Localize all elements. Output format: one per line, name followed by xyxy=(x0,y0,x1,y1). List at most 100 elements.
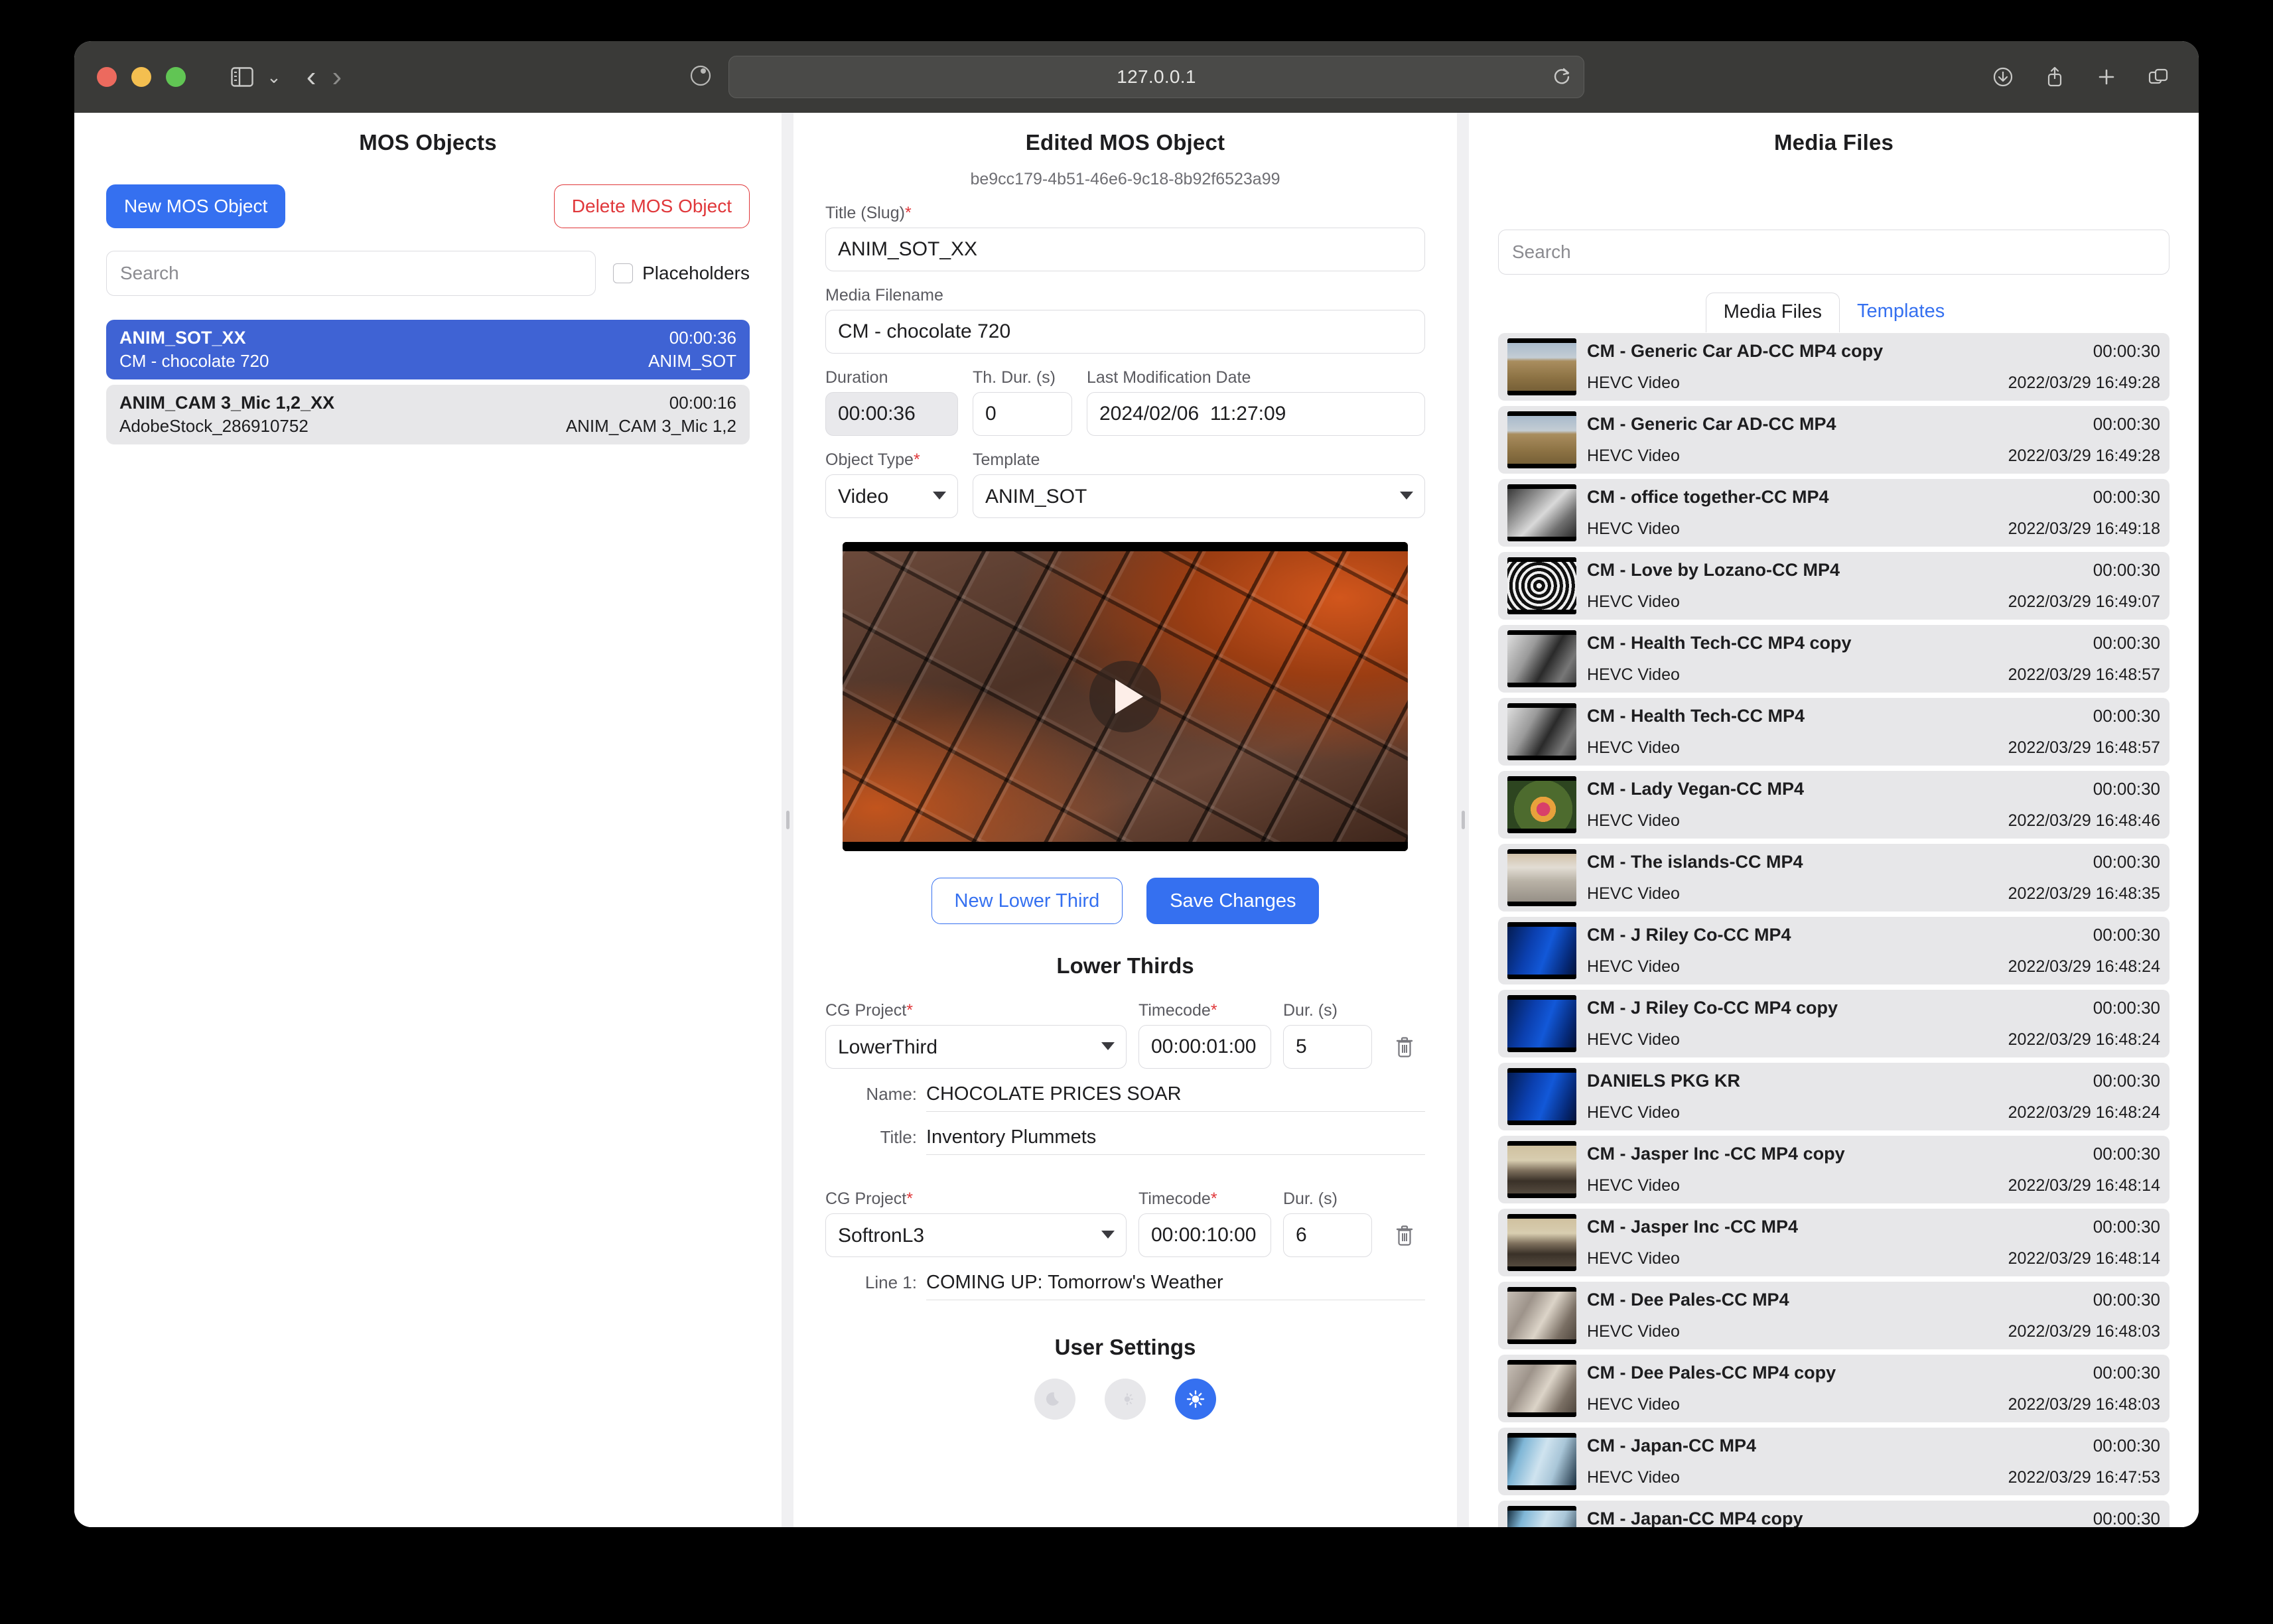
thumb-letterbox-bottom xyxy=(1507,464,1576,468)
timecode-input[interactable] xyxy=(1138,1025,1271,1069)
media-file-name: CM - J Riley Co-CC MP4 xyxy=(1587,925,1791,945)
cg-project-select[interactable]: LowerThird xyxy=(825,1025,1127,1069)
forward-arrow-icon[interactable]: › xyxy=(332,62,342,92)
media-file-date: 2022/03/29 16:48:03 xyxy=(2008,1395,2160,1414)
tab-overview-icon[interactable] xyxy=(2140,59,2176,95)
media-file-date: 2022/03/29 16:49:28 xyxy=(2008,446,2160,465)
mos-list-item[interactable]: ANIM_SOT_XX 00:00:36 CM - chocolate 720 … xyxy=(106,320,750,379)
back-arrow-icon[interactable]: ‹ xyxy=(307,62,316,92)
address-bar[interactable]: 127.0.0.1 xyxy=(728,56,1584,98)
mos-list-item[interactable]: ANIM_CAM 3_Mic 1,2_XX 00:00:16 AdobeStoc… xyxy=(106,385,750,444)
placeholders-checkbox[interactable] xyxy=(613,263,634,283)
thumb-letterbox-bottom xyxy=(1507,683,1576,687)
tab-templates[interactable]: Templates xyxy=(1840,293,1962,332)
delete-mos-object-button[interactable]: Delete MOS Object xyxy=(553,184,750,228)
lower-third-field-value[interactable]: Inventory Plummets xyxy=(926,1126,1425,1155)
media-file-date: 2022/03/29 16:48:57 xyxy=(2008,665,2160,684)
letterbox-bottom xyxy=(843,842,1408,851)
media-file-row[interactable]: DANIELS PKG KR 00:00:30 HEVC Video 2022/03/… xyxy=(1498,1063,2170,1130)
th-duration-input[interactable] xyxy=(973,392,1072,436)
moon-icon[interactable] xyxy=(1034,1379,1075,1420)
media-file-row[interactable]: CM - Love by Lozano-CC MP4 00:00:30 HEVC V… xyxy=(1498,552,2170,620)
media-file-row[interactable]: CM - The islands-CC MP4 00:00:30 HEVC Vide… xyxy=(1498,844,2170,912)
media-file-row[interactable]: CM - Lady Vegan-CC MP4 00:00:30 HEVC Video… xyxy=(1498,771,2170,839)
media-file-row[interactable]: CM - Japan-CC MP4 00:00:30 HEVC Video 2022/… xyxy=(1498,1428,2170,1495)
chevron-down-icon[interactable]: ⌄ xyxy=(267,68,281,86)
lower-third-field-value[interactable]: COMING UP: Tomorrow's Weather xyxy=(926,1272,1425,1300)
lower-third-row: CG Project* SoftronL3 Timecode* 00:00:10… xyxy=(825,1175,1425,1257)
left-pane-resizer[interactable] xyxy=(782,113,793,1527)
media-file-row[interactable]: CM - Dee Pales-CC MP4 00:00:30 HEVC Video 2… xyxy=(1498,1282,2170,1349)
thumb-letterbox-bottom xyxy=(1507,1048,1576,1052)
lt-duration-input[interactable] xyxy=(1283,1213,1372,1257)
auto-theme-icon[interactable] xyxy=(1105,1379,1146,1420)
new-tab-icon[interactable] xyxy=(2089,59,2124,95)
cg-project-label: CG Project* xyxy=(825,1001,913,1020)
media-file-duration: 00:00:30 xyxy=(2093,1509,2160,1527)
thumb-letterbox-top xyxy=(1507,630,1576,635)
media-file-row[interactable]: CM - Generic Car AD-CC MP4 copy 00:00:30 H… xyxy=(1498,333,2170,401)
delete-lower-third-icon[interactable] xyxy=(1384,1213,1425,1257)
media-thumbnail xyxy=(1507,630,1576,687)
placeholders-toggle[interactable]: Placeholders xyxy=(613,263,750,284)
media-file-name: CM - Dee Pales-CC MP4 xyxy=(1587,1290,1789,1310)
theme-toggle-group xyxy=(825,1379,1425,1420)
media-file-row[interactable]: CM - Health Tech-CC MP4 copy 00:00:30 HEVC… xyxy=(1498,625,2170,693)
app-content: MOS Objects New MOS Object Delete MOS Ob… xyxy=(74,113,2199,1527)
lower-third-field: Name: CHOCOLATE PRICES SOAR xyxy=(825,1083,1425,1112)
media-file-row[interactable]: CM - office together-CC MP4 00:00:30 HEVC … xyxy=(1498,479,2170,547)
sun-icon[interactable] xyxy=(1175,1379,1216,1420)
play-icon[interactable] xyxy=(1089,661,1161,732)
media-file-row[interactable]: CM - Japan-CC MP4 copy00:00:30HEVC Video… xyxy=(1498,1501,2170,1527)
thumb-letterbox-top xyxy=(1507,1287,1576,1292)
timecode-input[interactable] xyxy=(1138,1213,1271,1257)
sidebar-toggle-icon[interactable] xyxy=(224,59,260,95)
thumb-letterbox-bottom xyxy=(1507,902,1576,906)
media-search-input[interactable] xyxy=(1498,230,2170,275)
media-file-row[interactable]: CM - J Riley Co-CC MP4 copy 00:00:30 HEVC … xyxy=(1498,990,2170,1057)
media-files-title: Media Files xyxy=(1773,130,1894,155)
video-preview[interactable] xyxy=(843,542,1408,851)
cg-project-select[interactable]: SoftronL3 xyxy=(825,1213,1127,1257)
share-icon[interactable] xyxy=(2037,59,2073,95)
right-pane-resizer[interactable] xyxy=(1457,113,1469,1527)
media-file-row[interactable]: CM - Jasper Inc -CC MP4 copy 00:00:30 HEVC… xyxy=(1498,1136,2170,1203)
mos-item-template: ANIM_CAM 3_Mic 1,2 xyxy=(565,416,736,436)
media-file-row[interactable]: CM - J Riley Co-CC MP4 00:00:30 HEVC Video… xyxy=(1498,917,2170,984)
delete-lower-third-icon[interactable] xyxy=(1384,1025,1425,1069)
media-thumbnail xyxy=(1507,1506,1576,1527)
media-file-name: CM - The islands-CC MP4 xyxy=(1587,852,1803,872)
media-filename-input[interactable] xyxy=(825,310,1425,354)
object-type-select[interactable]: Video xyxy=(825,474,958,518)
last-modification-input[interactable] xyxy=(1087,392,1425,436)
cg-project-label: CG Project* xyxy=(825,1189,913,1208)
lt-duration-input[interactable] xyxy=(1283,1025,1372,1069)
media-file-duration: 00:00:30 xyxy=(2093,1436,2160,1455)
tab-media-files[interactable]: Media Files xyxy=(1705,293,1840,332)
privacy-shield-icon[interactable] xyxy=(689,64,713,91)
new-mos-object-button[interactable]: New MOS Object xyxy=(106,184,286,228)
media-file-row[interactable]: CM - Jasper Inc -CC MP4 00:00:30 HEVC Vide… xyxy=(1498,1209,2170,1276)
title-slug-input[interactable] xyxy=(825,228,1425,271)
media-file-row[interactable]: CM - Health Tech-CC MP4 00:00:30 HEVC Vide… xyxy=(1498,698,2170,766)
lt-duration-label: Dur. (s) xyxy=(1283,1189,1338,1208)
reload-icon[interactable] xyxy=(1552,66,1572,89)
save-changes-button[interactable]: Save Changes xyxy=(1146,878,1320,924)
thumb-letterbox-bottom xyxy=(1507,610,1576,614)
media-file-row[interactable]: CM - Generic Car AD-CC MP4 00:00:30 HEVC V… xyxy=(1498,406,2170,474)
media-file-row[interactable]: CM - Dee Pales-CC MP4 copy 00:00:30 HEVC V… xyxy=(1498,1355,2170,1422)
media-file-type: HEVC Video xyxy=(1587,884,1680,903)
new-lower-third-button[interactable]: New Lower Third xyxy=(931,878,1123,924)
lower-third-field-value[interactable]: CHOCOLATE PRICES SOAR xyxy=(926,1083,1425,1112)
media-file-type: HEVC Video xyxy=(1587,665,1680,684)
media-file-info: CM - Jasper Inc -CC MP4 copy 00:00:30 HEVC… xyxy=(1587,1141,2160,1198)
minimize-window-button[interactable] xyxy=(131,67,151,87)
media-file-type: HEVC Video xyxy=(1587,446,1680,465)
close-window-button[interactable] xyxy=(97,67,117,87)
address-bar-area: 127.0.0.1 xyxy=(74,41,2199,113)
maximize-window-button[interactable] xyxy=(166,67,186,87)
download-icon[interactable] xyxy=(1985,59,2021,95)
mos-search-input[interactable] xyxy=(106,251,596,296)
template-select[interactable]: ANIM_SOT xyxy=(973,474,1425,518)
media-thumbnail xyxy=(1507,411,1576,468)
